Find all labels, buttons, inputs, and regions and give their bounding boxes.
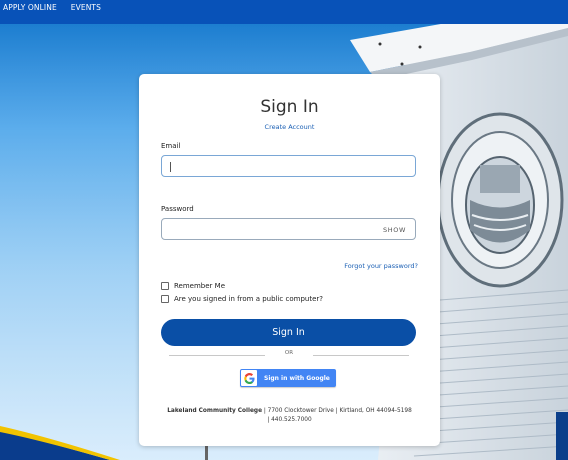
footer-address: | 7700 Clocktower Drive | Kirtland, OH 4… <box>262 408 412 414</box>
password-field[interactable]: SHOW <box>161 218 416 240</box>
remember-me-label: Remember Me <box>174 282 225 290</box>
divider-line-right <box>313 355 409 356</box>
public-computer-row: Are you signed in from a public computer… <box>161 295 323 303</box>
page-title: Sign In <box>260 97 319 117</box>
public-computer-checkbox[interactable] <box>161 295 169 303</box>
or-divider: OR <box>169 350 409 360</box>
text-caret <box>170 162 171 172</box>
nav-events[interactable]: EVENTS <box>71 3 101 12</box>
top-navigation-bar: APPLY ONLINE EVENTS <box>0 0 568 24</box>
email-label: Email <box>161 142 181 150</box>
email-field[interactable] <box>161 155 416 177</box>
college-seal <box>436 112 564 288</box>
sign-in-button[interactable]: Sign In <box>161 319 416 346</box>
signin-card: Sign In Create Account Email Password SH… <box>139 74 440 446</box>
show-password-toggle[interactable]: SHOW <box>383 226 406 234</box>
google-logo-icon <box>241 370 257 386</box>
google-sign-in-button[interactable]: Sign in with Google <box>240 369 336 387</box>
forgot-password-link[interactable]: Forgot your password? <box>344 262 418 270</box>
nav-apply-online[interactable]: APPLY ONLINE <box>3 3 57 12</box>
college-logo-swoosh <box>0 426 120 460</box>
create-account-link[interactable]: Create Account <box>139 123 440 131</box>
remember-me-checkbox[interactable] <box>161 282 169 290</box>
remember-me-row: Remember Me <box>161 282 225 290</box>
footer-phone: | 440.525.7000 <box>267 417 312 423</box>
google-sign-in-label: Sign in with Google <box>264 374 330 382</box>
password-label: Password <box>161 205 194 213</box>
public-computer-label: Are you signed in from a public computer… <box>174 295 323 303</box>
footer-contact: Lakeland Community College | 7700 Clockt… <box>151 407 428 425</box>
footer-college-name: Lakeland Community College <box>167 408 263 414</box>
